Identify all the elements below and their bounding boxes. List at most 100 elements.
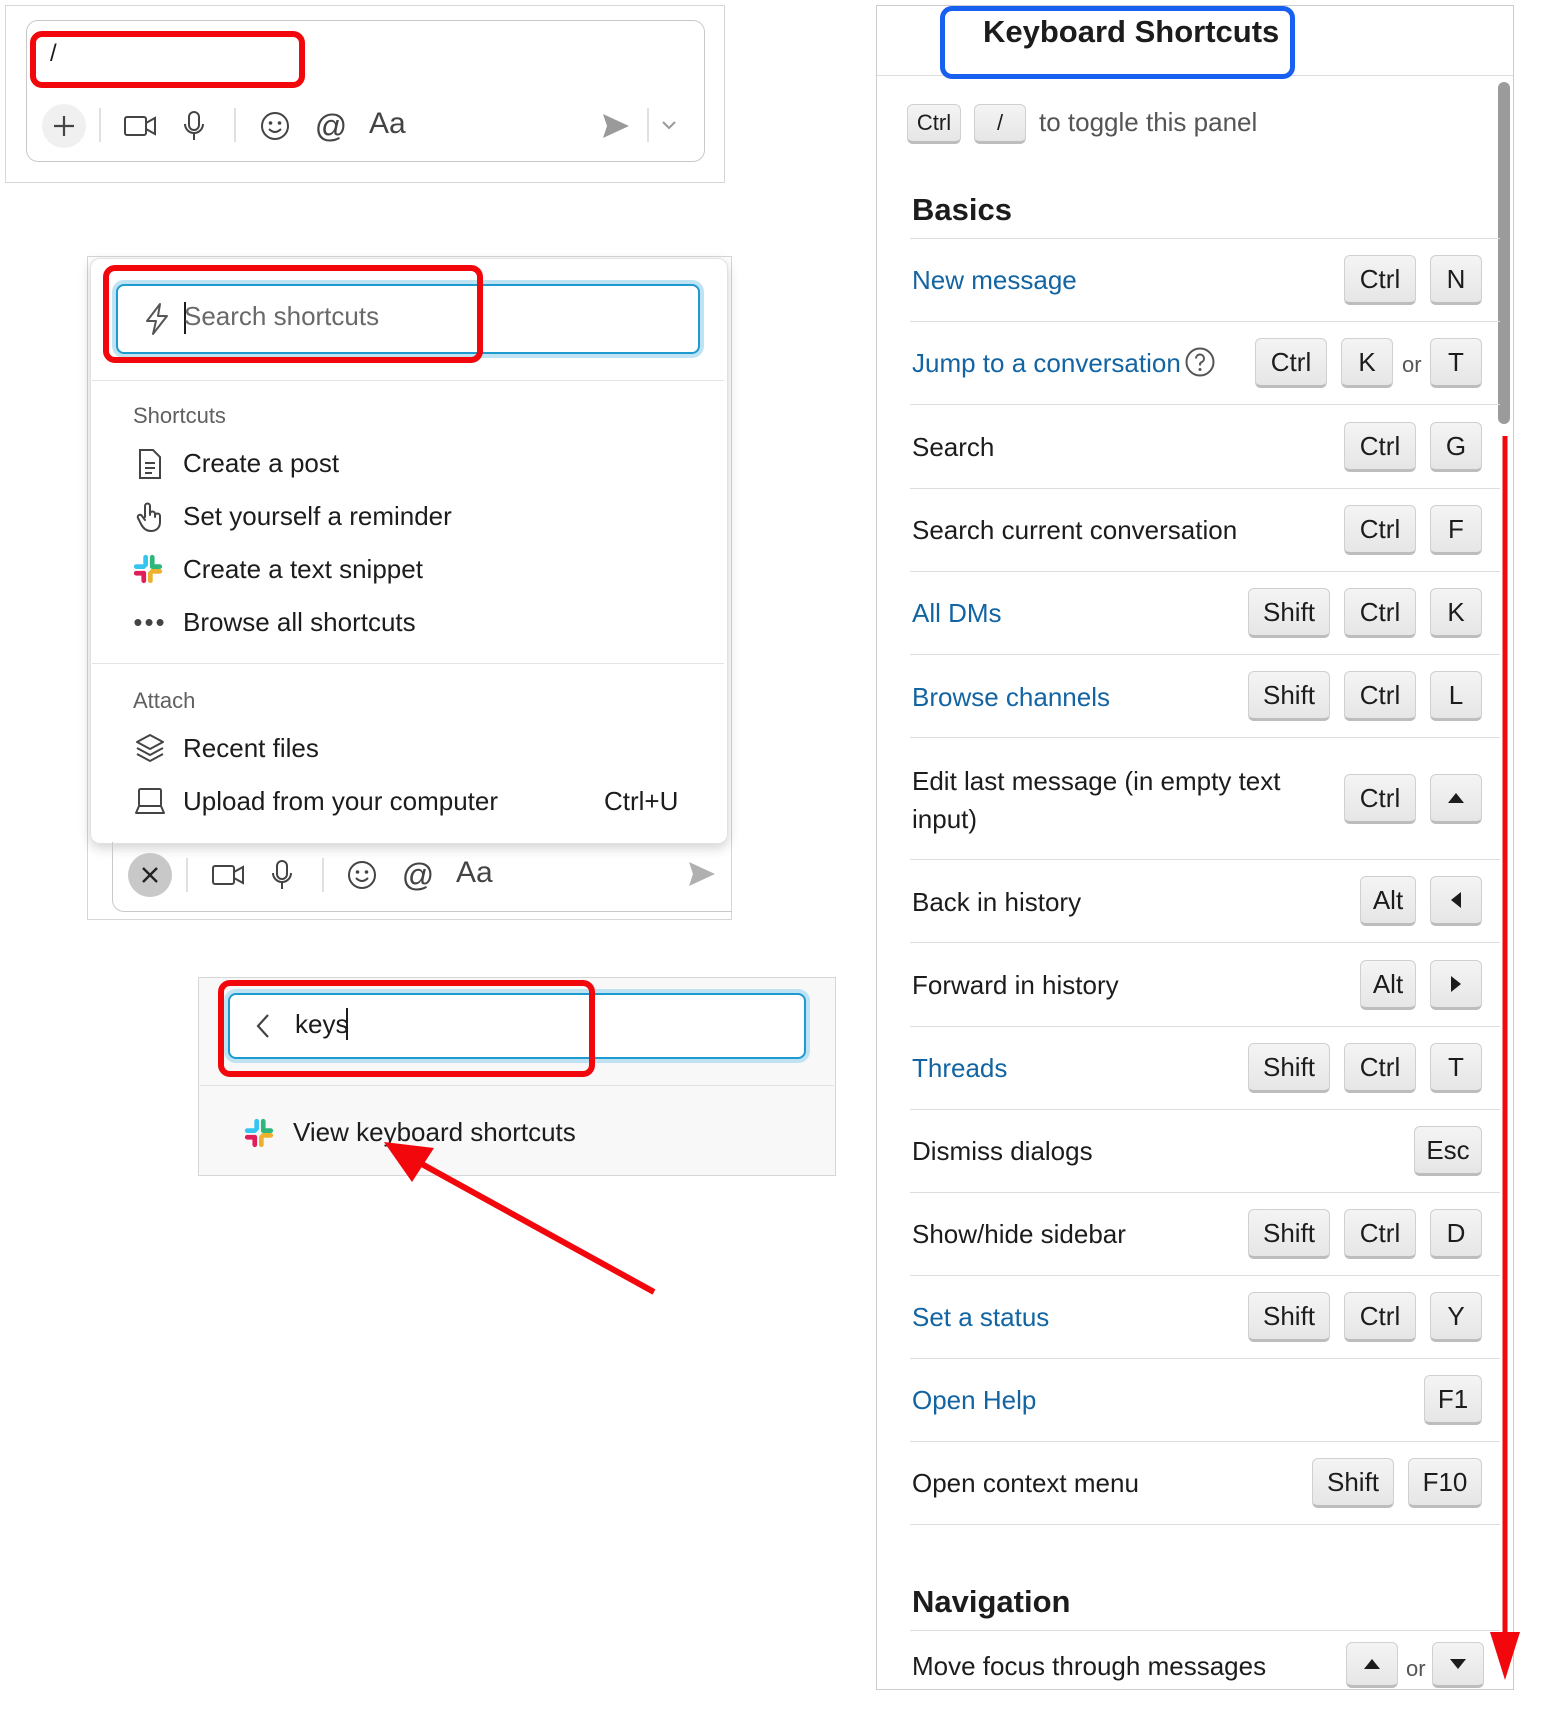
key-left-arrow <box>1430 876 1482 926</box>
highlight-composer-input <box>30 31 305 88</box>
section-heading-basics: Basics <box>912 192 1012 227</box>
shortcut-label-dismiss-dialogs: Dismiss dialogs <box>912 1136 1093 1166</box>
key-ctrl: Ctrl <box>1344 505 1416 555</box>
at-icon[interactable]: @ <box>311 106 351 146</box>
shortcut-label-context-menu: Open context menu <box>912 1468 1139 1498</box>
key-shift: Shift <box>1248 1043 1330 1093</box>
row-divider <box>910 1441 1500 1442</box>
menu-item-upload[interactable]: Upload from your computer <box>183 786 498 817</box>
close-icon[interactable] <box>128 853 172 897</box>
menu-item-recent-files[interactable]: Recent files <box>183 733 319 764</box>
send-icon[interactable] <box>596 106 636 146</box>
shortcut-label-threads[interactable]: Threads <box>912 1053 1007 1084</box>
slack-logo-icon <box>243 1117 275 1149</box>
menu-item-browse-shortcuts[interactable]: Browse all shortcuts <box>183 607 416 638</box>
format-button[interactable]: Aa <box>369 107 406 141</box>
key-shift: Shift <box>1312 1458 1394 1508</box>
key-ctrl: Ctrl <box>907 104 961 144</box>
format-button[interactable]: Aa <box>456 856 493 890</box>
row-divider <box>910 321 1500 322</box>
row-divider <box>910 1026 1500 1027</box>
key-shift: Shift <box>1248 1209 1330 1259</box>
row-divider <box>910 1192 1500 1193</box>
menu-divider <box>200 1085 834 1086</box>
key-alt: Alt <box>1360 960 1416 1010</box>
menu-item-create-post[interactable]: Create a post <box>183 448 339 479</box>
key-g: G <box>1430 422 1482 472</box>
key-ctrl: Ctrl <box>1344 1292 1416 1342</box>
document-icon <box>134 448 166 480</box>
key-up-arrow <box>1430 774 1482 824</box>
key-up-arrow <box>1346 1642 1398 1688</box>
menu-divider <box>92 663 724 664</box>
shortcut-label-set-status[interactable]: Set a status <box>912 1302 1049 1333</box>
row-divider <box>910 404 1500 405</box>
key-ctrl: Ctrl <box>1344 1209 1416 1259</box>
key-d: D <box>1430 1209 1482 1259</box>
shortcut-label-jump-conversation[interactable]: Jump to a conversation <box>912 348 1181 379</box>
key-down-arrow <box>1432 1642 1484 1688</box>
send-icon[interactable] <box>682 854 722 894</box>
key-ctrl: Ctrl <box>1344 671 1416 721</box>
row-divider <box>910 737 1500 738</box>
menu-item-text-snippet[interactable]: Create a text snippet <box>183 554 423 585</box>
video-icon[interactable] <box>120 108 160 144</box>
key-f: F <box>1430 505 1482 555</box>
shortcut-label-back-history: Back in history <box>912 887 1082 917</box>
up-arrow-icon <box>1364 1659 1380 1669</box>
microphone-icon[interactable] <box>264 855 300 895</box>
hand-icon <box>134 501 166 533</box>
annotation-arrow <box>384 1142 656 1295</box>
slack-logo-icon <box>132 553 164 585</box>
key-f1: F1 <box>1424 1375 1482 1425</box>
at-icon[interactable]: @ <box>398 855 438 895</box>
shortcut-label-new-message[interactable]: New message <box>912 265 1077 296</box>
key-ctrl: Ctrl <box>1344 774 1416 824</box>
shortcut-label-all-dms[interactable]: All DMs <box>912 598 1002 629</box>
menu-divider <box>92 380 724 381</box>
up-arrow-icon <box>1448 793 1464 803</box>
key-shift: Shift <box>1248 588 1330 638</box>
key-l: L <box>1430 671 1482 721</box>
shortcut-label-edit-last-message: Edit last message (in empty text input) <box>912 766 1281 834</box>
shortcut-label-browse-channels[interactable]: Browse channels <box>912 682 1110 713</box>
shortcuts-section-label: Shortcuts <box>133 403 226 428</box>
shortcut-label-open-help[interactable]: Open Help <box>912 1385 1036 1416</box>
toggle-hint-text: to toggle this panel <box>1039 107 1258 137</box>
left-arrow-icon <box>1451 892 1461 908</box>
down-arrow-icon <box>1450 1659 1466 1669</box>
highlight-keys-search <box>218 980 595 1077</box>
microphone-icon[interactable] <box>176 106 212 146</box>
row-divider <box>910 859 1500 860</box>
row-divider <box>910 654 1500 655</box>
row-divider <box>910 1275 1500 1276</box>
key-ctrl: Ctrl <box>1344 588 1416 638</box>
key-t: T <box>1430 1043 1482 1093</box>
row-divider <box>910 1109 1500 1110</box>
upload-shortcut-hint: Ctrl+U <box>604 786 679 816</box>
emoji-icon[interactable] <box>255 106 295 146</box>
row-divider <box>910 942 1500 943</box>
key-ctrl: Ctrl <box>1344 255 1416 305</box>
key-ctrl: Ctrl <box>1255 338 1327 388</box>
chevron-down-icon[interactable] <box>656 112 682 138</box>
or-separator: or <box>1402 352 1422 377</box>
row-divider <box>910 488 1500 489</box>
shortcut-label-toggle-sidebar: Show/hide sidebar <box>912 1219 1126 1249</box>
right-arrow-icon <box>1451 976 1461 992</box>
scrollbar-thumb[interactable] <box>1498 82 1510 424</box>
emoji-icon[interactable] <box>342 855 382 895</box>
toolbar-divider <box>234 108 236 142</box>
shortcut-label-move-focus: Move focus through messages <box>912 1651 1267 1681</box>
menu-item-set-reminder[interactable]: Set yourself a reminder <box>183 501 452 532</box>
shortcut-label-search-current: Search current conversation <box>912 515 1238 545</box>
scroll-annotation-arrow <box>1490 436 1520 1680</box>
toolbar-divider <box>322 858 324 892</box>
help-icon[interactable] <box>1182 344 1218 380</box>
key-shift: Shift <box>1248 1292 1330 1342</box>
video-icon[interactable] <box>208 857 248 893</box>
highlight-search-shortcuts <box>103 265 483 363</box>
plus-icon[interactable] <box>42 104 86 148</box>
key-esc: Esc <box>1414 1126 1482 1176</box>
layers-icon <box>134 732 166 764</box>
